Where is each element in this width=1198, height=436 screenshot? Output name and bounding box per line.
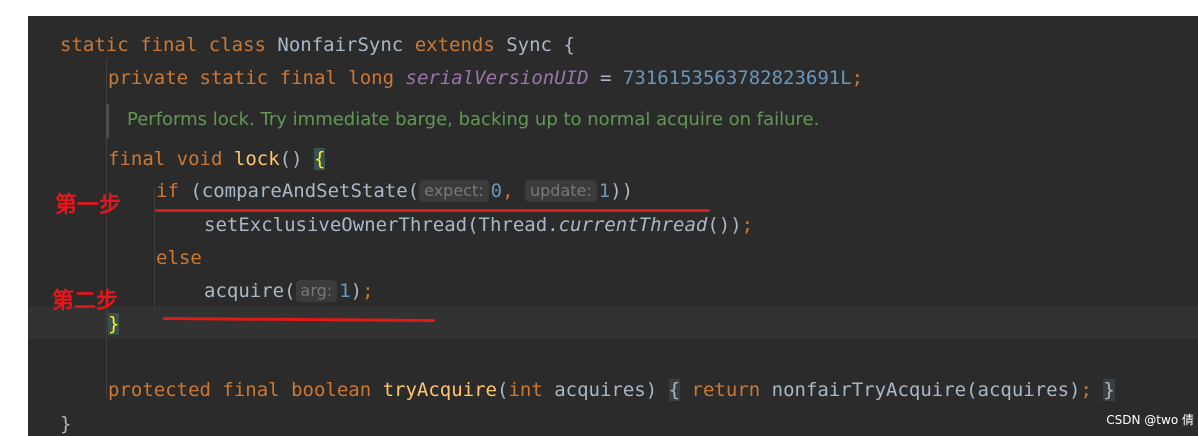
method-name: lock: [233, 148, 280, 170]
keyword: boolean: [291, 379, 372, 401]
code-line-lock-decl: final void lock() {: [108, 147, 326, 171]
semicolon: ;: [741, 214, 754, 236]
parens: ): [350, 280, 363, 302]
keyword: protected: [108, 379, 211, 401]
semicolon: ;: [362, 280, 374, 302]
keyword: extends: [414, 34, 495, 56]
parent-class: Sync: [506, 34, 552, 56]
code-line-acquire: acquire(arg: 1);: [204, 279, 374, 303]
keyword: private: [108, 67, 189, 89]
code-line-class-close: }: [60, 412, 71, 436]
code-line-close-brace: }: [108, 312, 120, 336]
semicolon: ;: [1080, 379, 1092, 401]
comma: ,: [502, 180, 514, 202]
number-literal: 0: [490, 180, 503, 202]
paren: (: [496, 379, 509, 401]
code-line-class-decl: static final class NonfairSync extends S…: [60, 33, 575, 57]
matched-brace: }: [108, 313, 120, 335]
operator: =: [599, 67, 612, 89]
brace: }: [60, 413, 72, 435]
code-line-set-owner: setExclusiveOwnerThread(Thread.currentTh…: [204, 213, 753, 237]
method-call: setExclusiveOwnerThread(Thread.: [204, 214, 559, 236]
semicolon: ;: [851, 67, 864, 89]
number-literal: 1: [598, 180, 611, 202]
underline-step-one: [155, 209, 710, 212]
code-line-if: if (compareAndSetState(expect: 0, update:…: [156, 179, 633, 203]
parameter-hint: update:: [524, 180, 597, 202]
field-name: serialVersionUID: [405, 67, 589, 89]
doc-comment-block[interactable]: Performs lock. Try immediate barge, back…: [106, 104, 1109, 138]
parameter: acquires): [554, 379, 658, 401]
parameter-hint: arg:: [295, 280, 338, 302]
keyword: void: [176, 148, 223, 170]
keyword: static: [60, 34, 129, 56]
matched-brace: {: [313, 148, 326, 170]
static-method: currentThread: [558, 214, 708, 236]
annotation-step-two: 第二步: [52, 288, 119, 314]
keyword: final: [279, 67, 337, 89]
keyword: long: [348, 67, 395, 89]
keyword: final: [140, 34, 198, 56]
method-call: acquire(: [204, 280, 296, 302]
method-call: nonfairTryAcquire(acquires): [771, 379, 1081, 401]
number-literal: 1: [339, 280, 351, 302]
keyword: static: [199, 67, 269, 89]
keyword: final: [108, 148, 166, 170]
indent-guide: [154, 188, 155, 308]
code-editor[interactable]: static final class NonfairSync extends S…: [28, 16, 1198, 436]
doc-comment-text: Performs lock. Try immediate barge, back…: [127, 109, 820, 130]
method-name: tryAcquire: [382, 379, 497, 401]
keyword: final: [222, 379, 280, 401]
brace: {: [563, 34, 575, 56]
parameter-hint: expect:: [419, 180, 489, 202]
parens: (): [279, 148, 303, 170]
code-line-else: else: [156, 246, 202, 270]
code-line-try-acquire: protected final boolean tryAcquire(int a…: [108, 378, 1115, 402]
folded-brace[interactable]: }: [1103, 379, 1115, 401]
code-line-serial: private static final long serialVersionU…: [108, 66, 863, 90]
keyword: class: [208, 34, 266, 56]
annotation-step-one: 第一步: [55, 192, 122, 218]
keyword: else: [156, 247, 202, 269]
keyword: return: [691, 379, 761, 401]
current-line-highlight: [28, 306, 1198, 339]
parens: ()): [707, 214, 742, 236]
number-literal: 7316153563782823691L: [622, 67, 852, 89]
keyword: if: [156, 180, 179, 202]
parens: )): [610, 180, 634, 202]
method-call: (compareAndSetState(: [190, 180, 420, 202]
watermark: CSDN @two 倩: [1106, 413, 1194, 427]
class-name: NonfairSync: [277, 34, 404, 56]
keyword: int: [508, 379, 543, 401]
folded-brace[interactable]: {: [668, 379, 681, 401]
